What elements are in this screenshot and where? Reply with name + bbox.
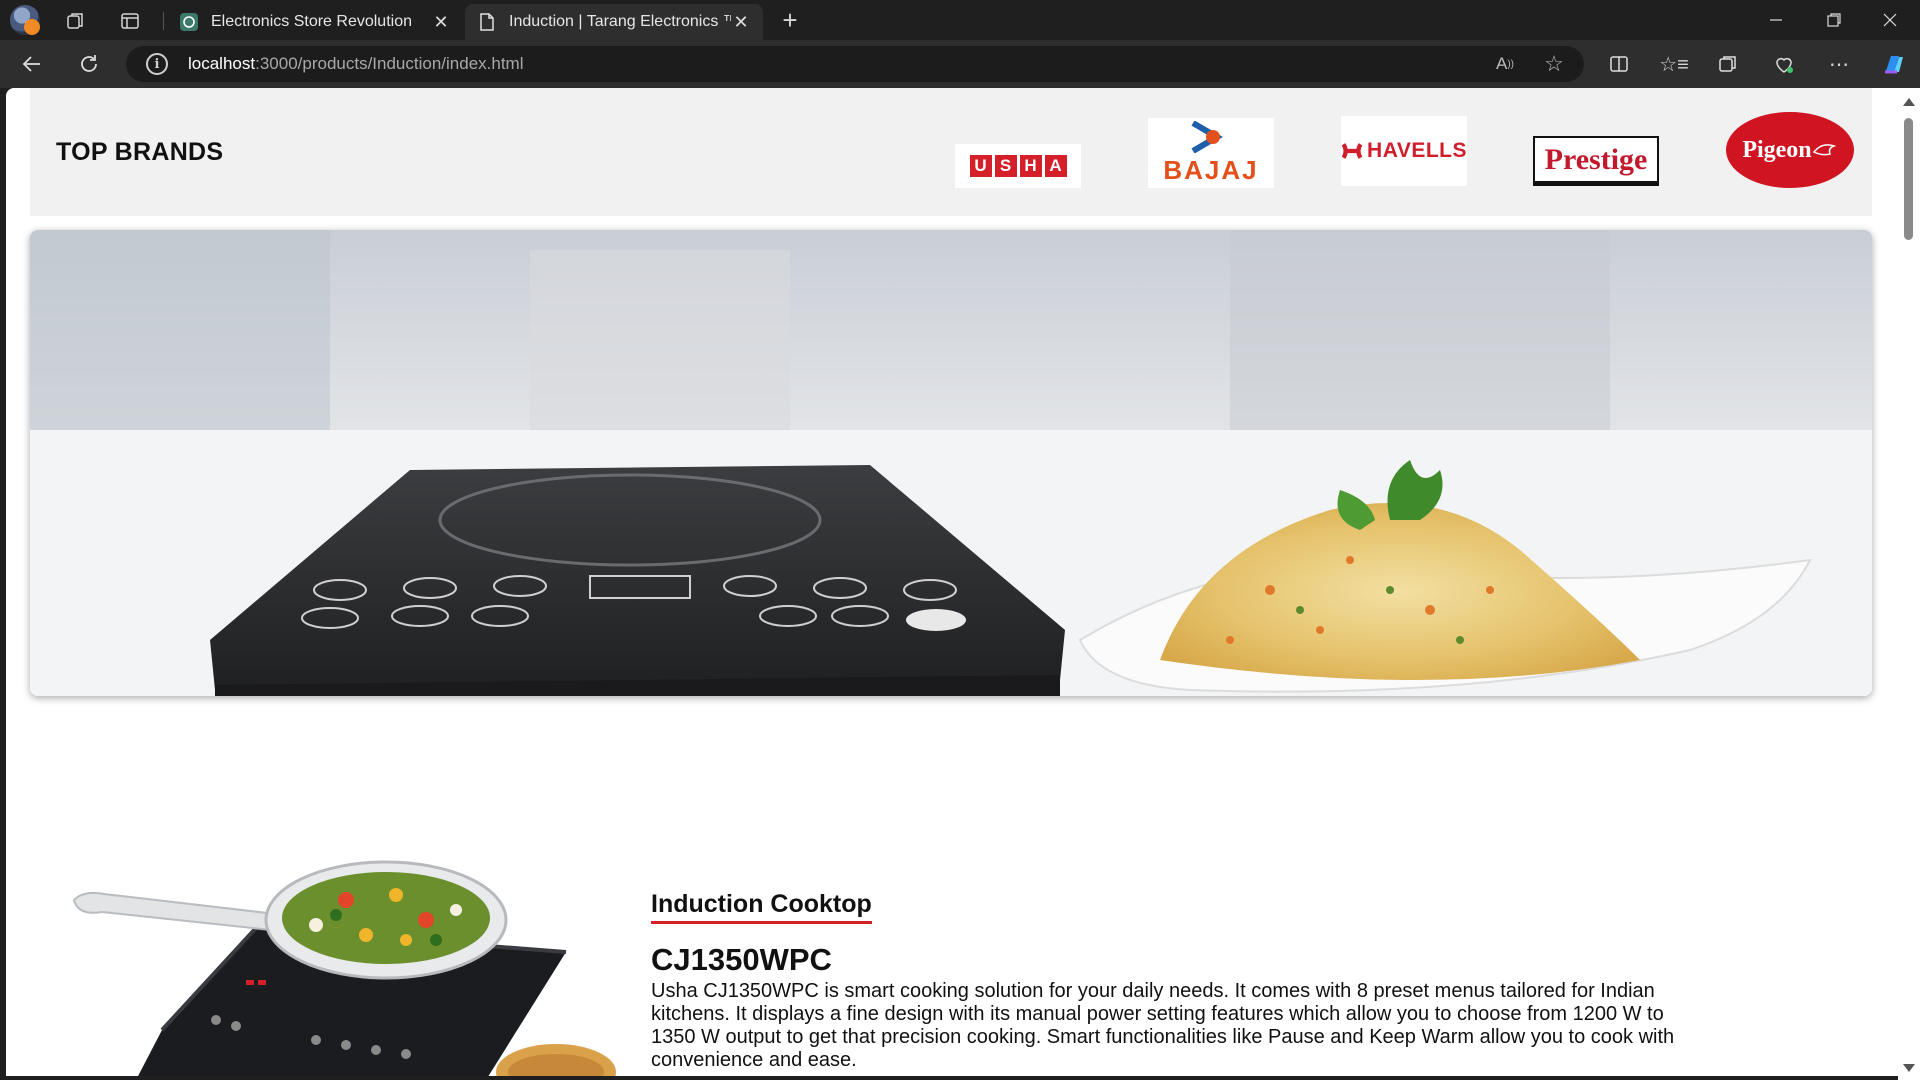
- pigeon-bird-icon: [1812, 144, 1837, 156]
- bajaj-wordmark: BAJAJ: [1163, 154, 1259, 185]
- pigeon-wordmark: Pigeon: [1742, 136, 1812, 163]
- usha-letter: A: [1044, 155, 1067, 177]
- workspaces-icon[interactable]: [64, 9, 88, 33]
- browser-essentials-icon[interactable]: [1772, 52, 1796, 76]
- bajaj-logo[interactable]: BAJAJ: [1148, 118, 1274, 188]
- tab-actions-icon[interactable]: [118, 9, 142, 33]
- havells-wordmark: HAVELLS: [1367, 139, 1467, 162]
- read-aloud-icon[interactable]: A)): [1493, 52, 1517, 76]
- product-details: Induction Cooktop CJ1350WPC Usha CJ1350W…: [651, 890, 1711, 1072]
- more-menu-icon[interactable]: ⋯: [1827, 52, 1851, 76]
- havells-logo[interactable]: HAVELLS: [1341, 116, 1467, 186]
- prestige-wordmark: Prestige: [1544, 142, 1648, 176]
- prestige-logo[interactable]: Prestige: [1533, 136, 1659, 186]
- site-info-icon[interactable]: i: [146, 53, 168, 75]
- profile-avatar[interactable]: [10, 5, 40, 35]
- copilot-icon[interactable]: [1880, 50, 1908, 78]
- usha-letter: H: [1019, 155, 1042, 177]
- pigeon-logo[interactable]: Pigeon: [1726, 112, 1854, 188]
- address-toolbar: i localhost:3000/products/Induction/inde…: [0, 40, 1920, 88]
- scroll-down-arrow-icon[interactable]: [1903, 1064, 1915, 1072]
- tab-separator: [163, 12, 164, 30]
- url-path: :3000/products/Induction/index.html: [255, 54, 524, 73]
- favorites-icon[interactable]: ☆≡: [1659, 52, 1689, 76]
- usha-letter: U: [969, 155, 992, 177]
- havells-emblem-icon: [1341, 143, 1363, 159]
- close-window-icon[interactable]: [1876, 8, 1904, 32]
- top-brands-section: TOP BRANDS USHA BAJAJ HAVELLS Prestige P…: [30, 88, 1872, 216]
- bajaj-emblem-icon: [1191, 120, 1223, 153]
- tab-title: Induction | Tarang Electronics ™: [509, 13, 731, 30]
- tab-induction[interactable]: Induction | Tarang Electronics ™ ✕: [465, 4, 763, 40]
- top-brands-heading: TOP BRANDS: [56, 138, 224, 166]
- page-icon: [480, 13, 494, 31]
- scroll-up-arrow-icon[interactable]: [1903, 98, 1915, 106]
- hero-banner: [30, 230, 1872, 696]
- split-screen-icon[interactable]: [1607, 52, 1631, 76]
- reload-icon[interactable]: [77, 52, 101, 76]
- scroll-thumb[interactable]: [1904, 118, 1913, 240]
- back-arrow-icon[interactable]: [20, 52, 44, 76]
- page-viewport: TOP BRANDS USHA BAJAJ HAVELLS Prestige P…: [6, 88, 1898, 1076]
- product-description: Usha CJ1350WPC is smart cooking solution…: [651, 980, 1675, 1071]
- favorite-star-icon[interactable]: ☆: [1542, 51, 1566, 76]
- collections-icon[interactable]: [1716, 52, 1740, 76]
- close-icon[interactable]: ✕: [731, 12, 751, 32]
- new-tab-icon[interactable]: +: [778, 5, 802, 35]
- product-image: [66, 840, 626, 1076]
- product-category: Induction Cooktop: [651, 890, 872, 924]
- usha-logo[interactable]: USHA: [955, 144, 1081, 188]
- chat-icon: [180, 13, 198, 31]
- page-scrollbar[interactable]: [1898, 88, 1920, 1080]
- usha-letter: S: [994, 155, 1017, 177]
- url-host: localhost: [188, 54, 256, 73]
- tab-electronics-store[interactable]: Electronics Store Revolution ✕: [167, 4, 463, 40]
- minimize-icon[interactable]: [1762, 8, 1790, 32]
- close-icon[interactable]: ✕: [431, 12, 451, 32]
- tab-title: Electronics Store Revolution: [211, 13, 412, 30]
- banner-image: [30, 230, 1872, 696]
- restore-icon[interactable]: [1820, 8, 1848, 32]
- url-bar[interactable]: i localhost:3000/products/Induction/inde…: [126, 46, 1584, 82]
- usha-letters: USHA: [969, 155, 1067, 177]
- browser-tab-bar: Electronics Store Revolution ✕ Induction…: [0, 0, 1920, 40]
- induction-with-pan-image: [72, 860, 616, 1076]
- product-model: CJ1350WPC: [651, 942, 832, 977]
